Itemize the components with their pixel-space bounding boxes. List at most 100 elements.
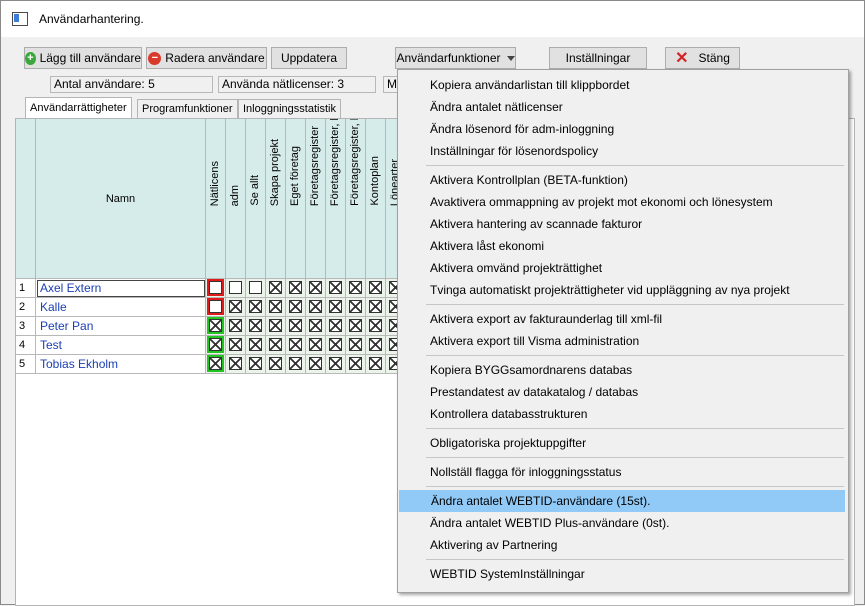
menu-item[interactable]: Inställningar för lösenordspolicy: [398, 140, 846, 162]
row-number: 4: [16, 336, 36, 355]
delete-user-button[interactable]: − Radera användare: [146, 47, 267, 69]
permission-checkbox[interactable]: [229, 300, 242, 313]
permission-checkbox[interactable]: [329, 357, 342, 370]
menu-item[interactable]: Ändra antalet nätlicenser: [398, 96, 846, 118]
column-header[interactable]: Företagsregister, lev bed: [326, 119, 346, 279]
menu-item[interactable]: Aktivera export till Visma administratio…: [398, 330, 846, 352]
menu-item[interactable]: Prestandatest av datakatalog / databas: [398, 381, 846, 403]
permission-cell: [206, 279, 226, 298]
permission-checkbox[interactable]: [349, 319, 362, 332]
permission-checkbox[interactable]: [349, 338, 362, 351]
permission-checkbox[interactable]: [349, 281, 362, 294]
permission-checkbox[interactable]: [289, 338, 302, 351]
menu-item[interactable]: Ändra lösenord för adm-inloggning: [398, 118, 846, 140]
permission-checkbox[interactable]: [309, 319, 322, 332]
permission-checkbox[interactable]: [329, 319, 342, 332]
tab-program-functions[interactable]: Programfunktioner: [137, 99, 238, 118]
permission-checkbox[interactable]: [289, 319, 302, 332]
permission-checkbox[interactable]: [289, 300, 302, 313]
tab-login-stats[interactable]: Inloggningsstatistik: [238, 99, 341, 118]
menu-item[interactable]: Obligatoriska projektuppgifter: [398, 432, 846, 454]
permission-checkbox[interactable]: [207, 317, 224, 334]
menu-item[interactable]: Tvinga automatiskt projekträttigheter vi…: [398, 279, 846, 301]
permission-checkbox[interactable]: [269, 319, 282, 332]
permission-checkbox[interactable]: [249, 319, 262, 332]
permission-checkbox[interactable]: [369, 281, 382, 294]
permission-checkbox[interactable]: [289, 281, 302, 294]
permission-checkbox[interactable]: [369, 300, 382, 313]
column-header[interactable]: Företagsregister, kontakter: [346, 119, 366, 279]
menu-item[interactable]: Kopiera BYGGsamordnarens databas: [398, 359, 846, 381]
menu-item[interactable]: Aktivera Kontrollplan (BETA-funktion): [398, 169, 846, 191]
settings-button[interactable]: Inställningar: [549, 47, 647, 69]
menu-item[interactable]: Ändra antalet WEBTID Plus-användare (0st…: [398, 512, 846, 534]
permission-checkbox[interactable]: [249, 300, 262, 313]
user-name-cell[interactable]: Test: [36, 336, 206, 355]
permission-checkbox[interactable]: [289, 357, 302, 370]
permission-checkbox[interactable]: [329, 300, 342, 313]
column-header-label: Eget företag: [289, 146, 301, 206]
permission-checkbox[interactable]: [269, 357, 282, 370]
permission-checkbox[interactable]: [349, 300, 362, 313]
permission-checkbox[interactable]: [229, 319, 242, 332]
menu-item[interactable]: Aktivera hantering av scannade fakturor: [398, 213, 846, 235]
permission-checkbox[interactable]: [249, 281, 262, 294]
update-button[interactable]: Uppdatera: [271, 47, 347, 69]
permission-checkbox[interactable]: [229, 357, 242, 370]
menu-item[interactable]: Aktivering av Partnering: [398, 534, 846, 556]
permission-checkbox[interactable]: [207, 279, 224, 296]
menu-item[interactable]: Aktivera låst ekonomi: [398, 235, 846, 257]
permission-checkbox[interactable]: [207, 298, 224, 315]
menu-item[interactable]: Kontrollera databasstrukturen: [398, 403, 846, 425]
permission-cell: [366, 298, 386, 317]
permission-checkbox[interactable]: [229, 281, 242, 294]
menu-item[interactable]: Avaktivera ommappning av projekt mot eko…: [398, 191, 846, 213]
menu-item[interactable]: Kopiera användarlistan till klippbordet: [398, 74, 846, 96]
user-name-cell[interactable]: Tobias Ekholm: [36, 355, 206, 374]
permission-checkbox[interactable]: [309, 300, 322, 313]
permission-cell: [306, 317, 326, 336]
permission-checkbox[interactable]: [249, 357, 262, 370]
column-header[interactable]: Kontoplan: [366, 119, 386, 279]
permission-checkbox[interactable]: [207, 355, 224, 372]
close-button[interactable]: ✕ Stäng: [665, 47, 740, 69]
permission-cell: [246, 336, 266, 355]
permission-cell: [286, 298, 306, 317]
column-header[interactable]: Se allt: [246, 119, 266, 279]
add-user-button[interactable]: + Lägg till användare: [24, 47, 142, 69]
menu-item[interactable]: Aktivera omvänd projekträttighet: [398, 257, 846, 279]
permission-checkbox[interactable]: [229, 338, 242, 351]
menu-item[interactable]: WEBTID SystemInställningar: [398, 563, 846, 585]
user-name-cell[interactable]: Peter Pan: [36, 317, 206, 336]
menu-item[interactable]: Aktivera export av fakturaunderlag till …: [398, 308, 846, 330]
permission-checkbox[interactable]: [349, 357, 362, 370]
permission-checkbox[interactable]: [369, 338, 382, 351]
permission-checkbox[interactable]: [309, 281, 322, 294]
menu-item[interactable]: Nollställ flagga för inloggningsstatus: [398, 461, 846, 483]
tab-user-rights[interactable]: Användarrättigheter: [25, 97, 132, 118]
permission-checkbox[interactable]: [269, 300, 282, 313]
column-header[interactable]: adm: [226, 119, 246, 279]
permission-checkbox[interactable]: [269, 338, 282, 351]
permission-checkbox[interactable]: [249, 338, 262, 351]
permission-checkbox[interactable]: [369, 319, 382, 332]
permission-checkbox[interactable]: [369, 357, 382, 370]
column-header-label: Företagsregister, kontakter: [349, 119, 361, 206]
column-header[interactable]: Företagsregister: [306, 119, 326, 279]
column-header[interactable]: Nätlicens: [206, 119, 226, 279]
permission-checkbox[interactable]: [207, 336, 224, 353]
permission-checkbox[interactable]: [329, 338, 342, 351]
column-header[interactable]: Skapa projekt: [266, 119, 286, 279]
user-functions-dropdown[interactable]: Användarfunktioner: [395, 47, 516, 69]
column-header[interactable]: Eget företag: [286, 119, 306, 279]
permission-checkbox[interactable]: [329, 281, 342, 294]
permission-checkbox[interactable]: [309, 357, 322, 370]
menu-item[interactable]: Ändra antalet WEBTID-användare (15st).: [399, 490, 845, 512]
permission-cell: [226, 336, 246, 355]
user-name-cell[interactable]: Axel Extern: [36, 279, 206, 298]
permission-checkbox[interactable]: [309, 338, 322, 351]
permission-cell: [306, 355, 326, 374]
permission-cell: [346, 355, 366, 374]
user-name-cell[interactable]: Kalle: [36, 298, 206, 317]
permission-checkbox[interactable]: [269, 281, 282, 294]
